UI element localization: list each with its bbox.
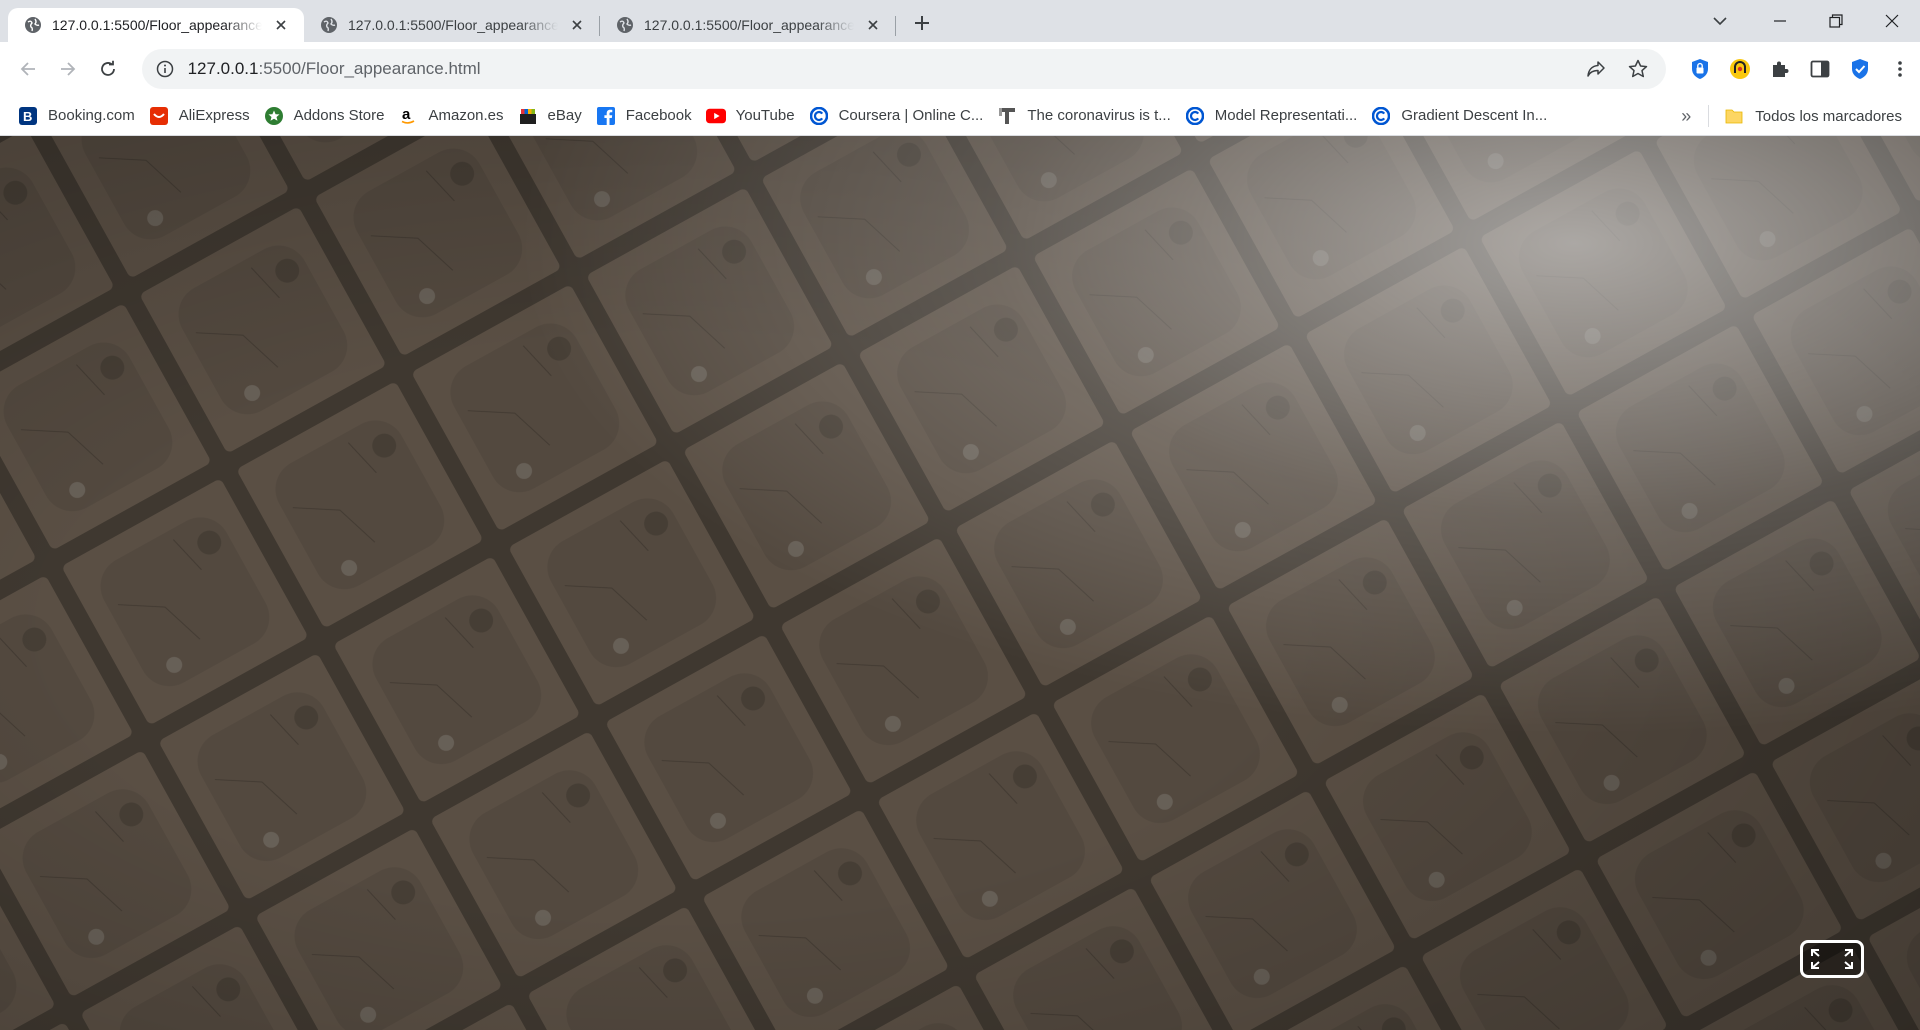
address-bar[interactable]: 127.0.0.1:5500/Floor_appearance.html xyxy=(141,49,1667,89)
reload-button[interactable] xyxy=(88,49,128,89)
side-panel-button[interactable] xyxy=(1800,49,1840,89)
restore-icon xyxy=(1829,14,1843,28)
tab-title: 127.0.0.1:5500/Floor_appearance.html xyxy=(52,17,262,33)
info-icon[interactable] xyxy=(156,60,174,78)
amazon-icon: a xyxy=(398,106,418,126)
globe-icon xyxy=(617,17,633,33)
svg-text:a: a xyxy=(402,107,411,123)
svg-text:B: B xyxy=(23,109,32,124)
close-window-button[interactable] xyxy=(1864,0,1920,42)
bookmark-star-button[interactable] xyxy=(1620,51,1656,87)
password-manager-extension[interactable] xyxy=(1680,49,1720,89)
chevron-down-icon xyxy=(1713,17,1727,26)
youtube-icon xyxy=(705,106,726,126)
folder-icon xyxy=(1725,109,1743,124)
star-icon xyxy=(1628,59,1648,78)
booking-icon: B xyxy=(18,106,38,126)
ad-blocker-extension[interactable] xyxy=(1720,49,1760,89)
expand-fullscreen-icon xyxy=(1811,949,1853,969)
share-button[interactable] xyxy=(1578,51,1614,87)
tab-title: 127.0.0.1:5500/Floor_appearance.html xyxy=(348,17,558,33)
arrow-right-icon xyxy=(60,62,76,76)
url-path: :5500/Floor_appearance.html xyxy=(258,59,481,78)
bookmark-facebook[interactable]: Facebook xyxy=(592,101,702,131)
bookmark-label: eBay xyxy=(547,107,582,124)
bookmark-coursera[interactable]: Coursera | Online C... xyxy=(805,101,994,131)
ebay-icon xyxy=(518,106,538,126)
fullscreen-button[interactable] xyxy=(1800,940,1864,978)
arrow-left-icon xyxy=(20,62,35,76)
bookmark-label: Addons Store xyxy=(293,107,385,124)
tab-strip: 127.0.0.1:5500/Floor_appearance.html 127… xyxy=(0,0,1920,42)
bookmark-gradient-descent[interactable]: Gradient Descent In... xyxy=(1367,101,1557,131)
all-bookmarks-folder[interactable]: Todos los marcadores xyxy=(1717,108,1920,125)
floor-tiles-scene xyxy=(0,136,1920,1030)
shield-check-icon xyxy=(1852,59,1869,79)
bookmark-booking[interactable]: B Booking.com xyxy=(14,101,145,131)
new-tab-button[interactable] xyxy=(904,5,940,41)
globe-icon xyxy=(321,17,337,33)
extensions-area xyxy=(1680,49,1920,89)
facebook-icon xyxy=(596,106,616,126)
forward-button[interactable] xyxy=(48,49,88,89)
bookmark-aliexpress[interactable]: AliExpress xyxy=(145,101,260,131)
browser-toolbar: 127.0.0.1:5500/Floor_appearance.html xyxy=(0,42,1920,96)
extensions-button[interactable] xyxy=(1760,49,1800,89)
close-tab-icon[interactable] xyxy=(568,16,586,34)
url-host: 127.0.0.1 xyxy=(187,59,259,78)
tab-1[interactable]: 127.0.0.1:5500/Floor_appearance.html xyxy=(8,8,304,42)
bookmark-ebay[interactable]: eBay xyxy=(514,101,592,131)
bookmark-label: Model Representati... xyxy=(1214,107,1358,124)
reload-icon xyxy=(100,60,115,76)
tab-2[interactable]: 127.0.0.1:5500/Floor_appearance.html xyxy=(304,8,600,42)
coursera-icon xyxy=(1185,106,1205,126)
minimize-button[interactable] xyxy=(1752,0,1808,42)
bookmark-label: Coursera | Online C... xyxy=(838,107,984,124)
coursera-icon xyxy=(1371,106,1391,126)
all-bookmarks-label: Todos los marcadores xyxy=(1755,107,1902,125)
url-text[interactable]: 127.0.0.1:5500/Floor_appearance.html xyxy=(188,59,1572,79)
globe-icon xyxy=(25,17,41,33)
puzzle-extensions-icon xyxy=(1773,61,1789,77)
bookmark-label: AliExpress xyxy=(178,107,250,124)
close-tab-icon[interactable] xyxy=(864,16,882,34)
bookmark-label: Gradient Descent In... xyxy=(1401,107,1548,124)
bookmark-label: Facebook xyxy=(625,107,692,124)
coursera-icon xyxy=(809,106,829,126)
bookmarks-overflow-button[interactable]: » xyxy=(1666,96,1706,136)
page-viewport xyxy=(0,136,1920,1030)
bookmark-label: Booking.com xyxy=(48,107,135,124)
minimize-icon xyxy=(1774,20,1786,22)
bookmark-label: YouTube xyxy=(735,107,795,124)
password-manager-icon xyxy=(1692,59,1709,79)
bookmark-model-representation[interactable]: Model Representati... xyxy=(1181,101,1368,131)
bookmarks-divider xyxy=(1708,105,1710,127)
tab-title: 127.0.0.1:5500/Floor_appearance.html xyxy=(644,17,854,33)
security-extension[interactable] xyxy=(1840,49,1880,89)
bookmark-youtube[interactable]: YouTube xyxy=(702,101,805,131)
ad-blocker-icon xyxy=(1730,59,1751,79)
tab-3[interactable]: 127.0.0.1:5500/Floor_appearance.html xyxy=(600,8,896,42)
bookmark-label: The coronavirus is t... xyxy=(1027,107,1171,124)
back-button[interactable] xyxy=(8,49,48,89)
bookmark-label: Amazon.es xyxy=(428,107,504,124)
browser-menu-button[interactable] xyxy=(1880,49,1920,89)
tab-search-button[interactable] xyxy=(1696,0,1744,42)
close-tab-icon[interactable] xyxy=(272,16,290,34)
bookmark-amazon[interactable]: a Amazon.es xyxy=(394,101,513,131)
restore-button[interactable] xyxy=(1808,0,1864,42)
plus-icon xyxy=(915,16,929,30)
kebab-menu-icon xyxy=(1898,61,1902,77)
close-icon xyxy=(1885,14,1899,28)
bookmarks-bar: B Booking.com AliExpress Addons Store a … xyxy=(0,96,1920,136)
news-icon xyxy=(997,106,1017,126)
bookmark-coronavirus-article[interactable]: The coronavirus is t... xyxy=(993,101,1180,131)
bookmark-addons-store[interactable]: Addons Store xyxy=(260,101,395,131)
share-icon xyxy=(1587,61,1605,77)
addons-store-icon xyxy=(264,106,284,126)
side-panel-icon xyxy=(1810,60,1830,78)
aliexpress-icon xyxy=(149,106,169,126)
